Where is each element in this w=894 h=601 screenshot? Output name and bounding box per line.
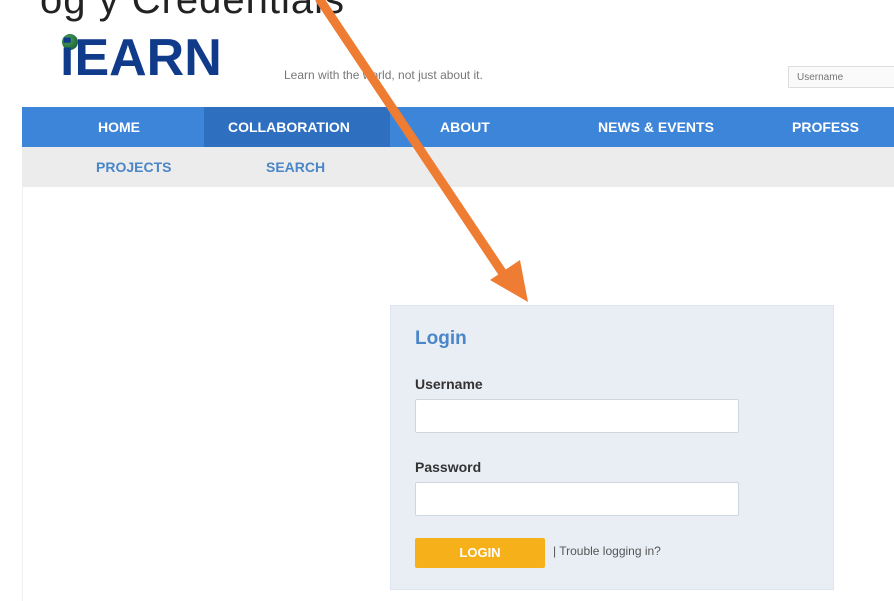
username-field[interactable] [415,399,739,433]
nav-item-news-events[interactable]: NEWS & EVENTS [598,107,714,147]
trouble-logging-in-link[interactable]: | Trouble logging in? [553,544,661,558]
overlay-caption: og y Credentials [40,0,346,22]
header-username-input[interactable] [789,67,894,88]
sub-nav: PROJECTS SEARCH [22,147,894,187]
header-username-field[interactable] [788,66,894,88]
login-title: Login [415,328,467,349]
username-input[interactable] [416,400,738,432]
nav-item-about[interactable]: ABOUT [440,107,490,147]
login-panel: Login Username Password LOGIN | Trouble … [390,305,834,590]
nav-item-collaboration[interactable]: COLLABORATION [204,107,390,147]
nav-item-professional[interactable]: PROFESS [792,107,859,147]
password-field[interactable] [415,482,739,516]
logo-text: iEARN [60,29,222,87]
arrow-head [490,260,528,302]
login-button[interactable]: LOGIN [415,538,545,568]
main-nav: HOME COLLABORATION ABOUT NEWS & EVENTS P… [22,107,894,147]
nav-item-home[interactable]: HOME [98,107,140,147]
password-label: Password [415,459,482,475]
page: { "overlay": { "caption": "og y Credenti… [0,0,894,601]
content-divider [22,187,23,601]
username-label: Username [415,376,483,392]
subnav-item-projects[interactable]: PROJECTS [96,147,171,187]
subnav-item-search[interactable]: SEARCH [266,147,325,187]
password-input[interactable] [416,483,738,515]
site-tagline: Learn with the world, not just about it. [284,68,483,82]
